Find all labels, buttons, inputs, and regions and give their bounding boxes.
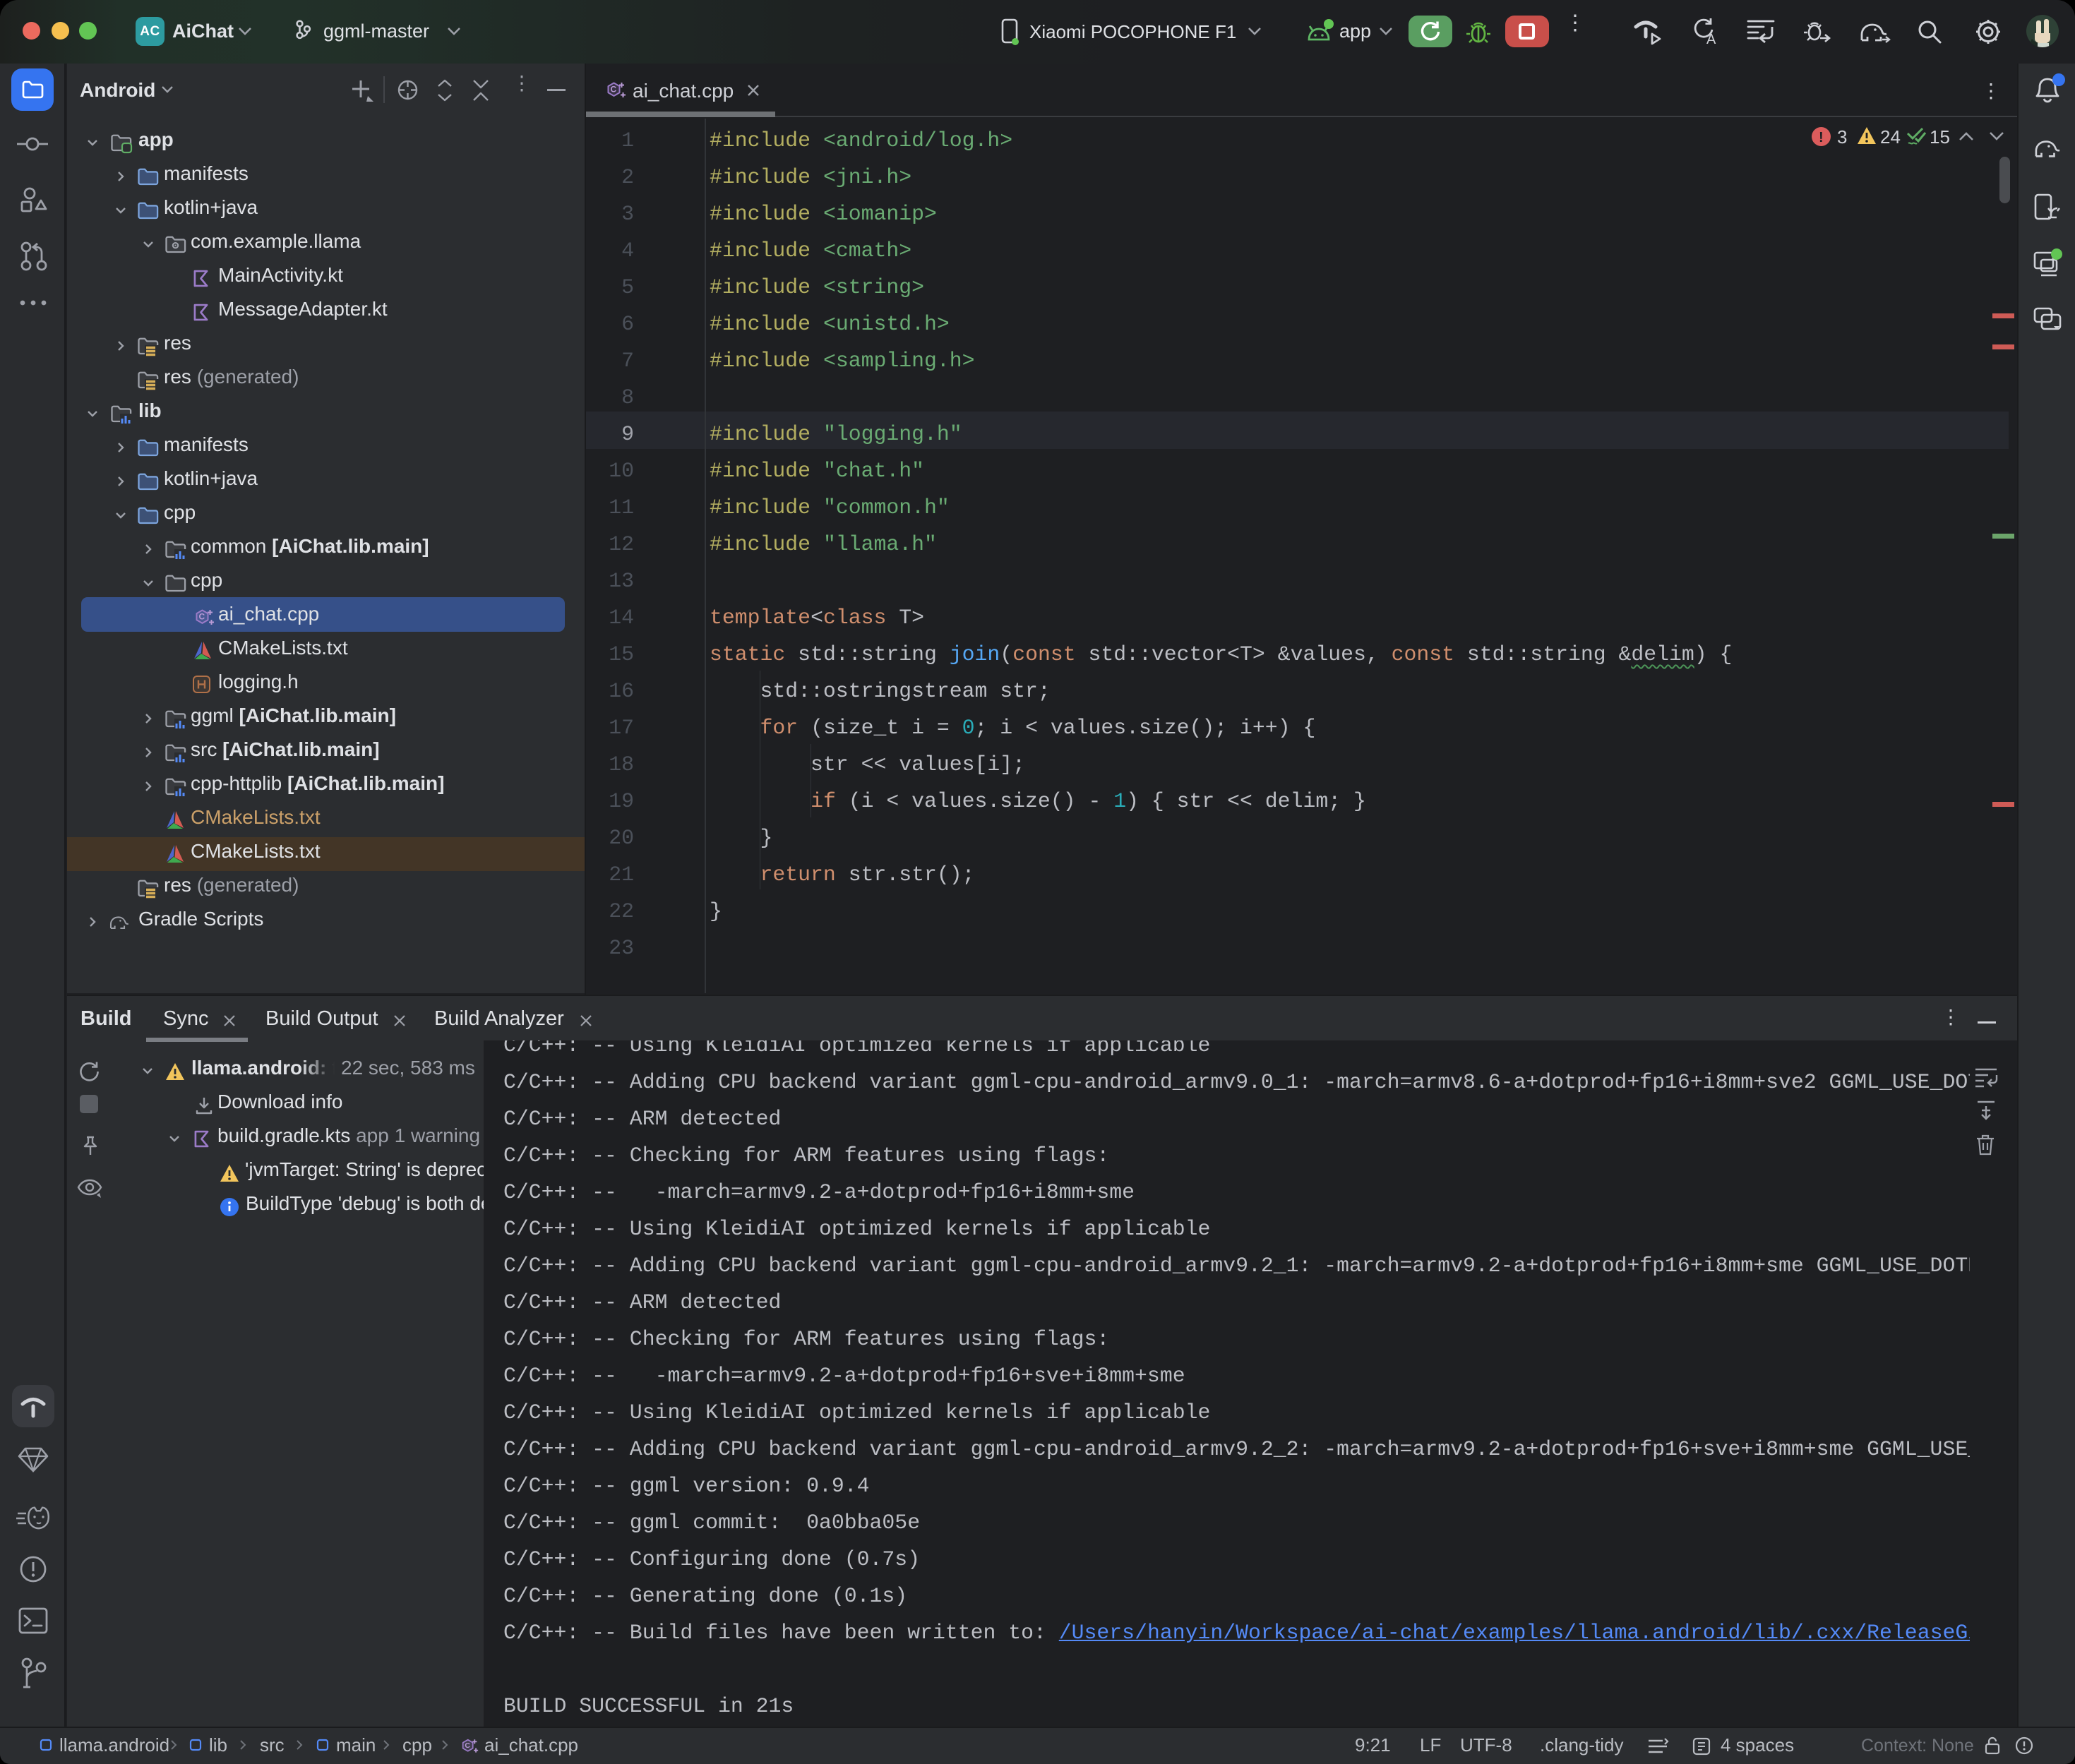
svg-text:C: C — [465, 1741, 470, 1750]
svg-text:A: A — [1706, 32, 1716, 47]
svg-text:C: C — [611, 85, 617, 95]
svg-text:C: C — [199, 612, 205, 622]
